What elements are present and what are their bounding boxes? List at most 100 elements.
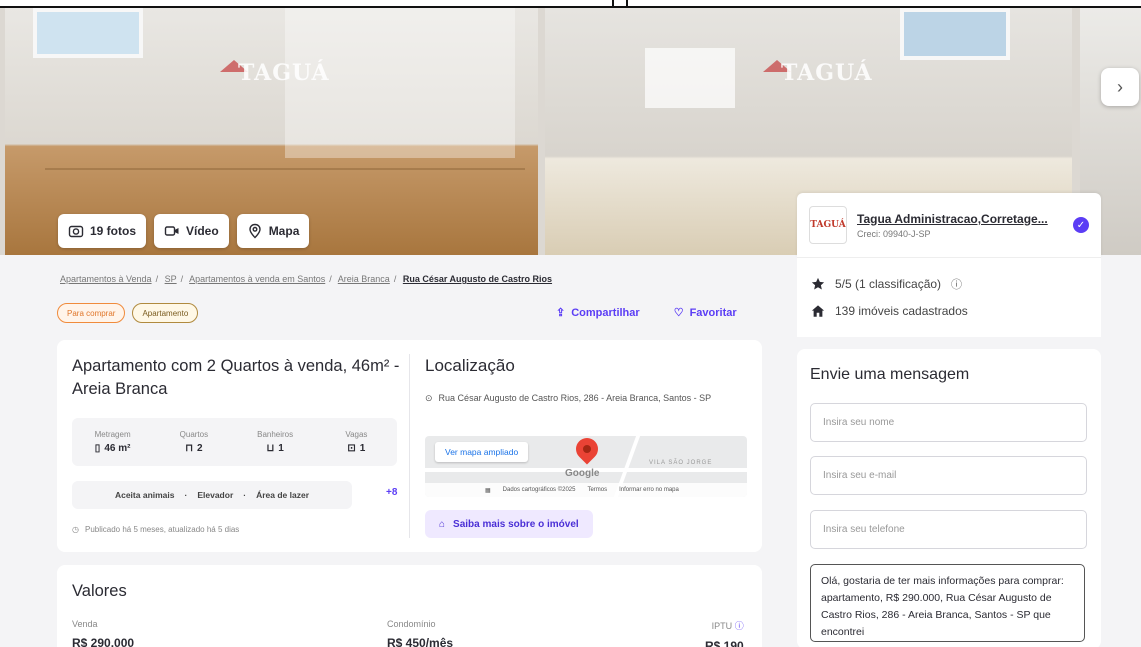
value-label: Condomínio xyxy=(387,619,436,629)
feature-value: ▯ 46 m² xyxy=(94,443,131,454)
top-strip xyxy=(0,0,1141,8)
amenity: Aceita animais xyxy=(114,490,175,500)
feature-label: Vagas xyxy=(345,430,368,439)
divider xyxy=(626,0,628,8)
feature-label: Quartos xyxy=(179,430,209,439)
verified-badge-icon: ✓ xyxy=(1073,217,1089,233)
published-info: ◷ Publicado há 5 meses, atualizado há 5 … xyxy=(72,525,239,534)
map-pin-icon xyxy=(571,436,603,465)
property-title: Apartamento com 2 Quartos à venda, 46m² … xyxy=(72,357,400,398)
divider xyxy=(612,0,614,8)
divider xyxy=(409,354,410,538)
breadcrumb-link[interactable]: Areia Branca xyxy=(338,274,390,284)
agent-card[interactable]: TAGUÁ Tagua Administracao,Corretage... C… xyxy=(797,193,1101,257)
video-button[interactable]: Vídeo xyxy=(154,214,229,248)
star-icon xyxy=(811,277,825,290)
breadcrumb-link[interactable]: Apartamentos à venda em Santos xyxy=(189,274,325,284)
values-title: Valores xyxy=(72,582,127,600)
info-icon[interactable]: ⓘ xyxy=(951,276,962,292)
amenity: Elevador xyxy=(197,490,234,500)
breadcrumb-link[interactable]: SP xyxy=(165,274,177,284)
agent-name[interactable]: Tagua Administracao,Corretage... xyxy=(857,212,1048,226)
video-icon xyxy=(164,226,179,236)
photo-window xyxy=(33,8,143,58)
map-preview[interactable]: Ver mapa ampliado Google VILA SÃO JORGE … xyxy=(425,436,747,497)
property-info-card: Apartamento com 2 Quartos à venda, 46m² … xyxy=(57,340,762,552)
value-condo: Condomínio R$ 450/mês xyxy=(387,619,453,647)
info-icon[interactable]: ⓘ xyxy=(735,621,744,631)
feature-area: Metragem ▯ 46 m² xyxy=(72,418,153,466)
map-button-label: Mapa xyxy=(268,224,300,238)
map-button[interactable]: Mapa xyxy=(236,214,310,248)
bed-icon: ⊓ xyxy=(185,443,193,454)
feature-label: Metragem xyxy=(94,430,131,439)
amenity-separator: · xyxy=(243,490,247,500)
gallery-next-button[interactable]: › xyxy=(1101,68,1139,106)
contact-form-title: Envie uma mensagem xyxy=(810,366,970,383)
name-field[interactable]: Insira seu nome xyxy=(810,403,1087,442)
watermark: TAGUÁ xyxy=(220,60,330,86)
agent-rating: 5/5 (1 classificação) ⓘ xyxy=(811,276,1087,292)
floor-line xyxy=(45,168,525,170)
gallery-buttons: 19 fotos Vídeo Mapa xyxy=(58,214,310,248)
video-button-label: Vídeo xyxy=(186,224,219,238)
watermark: TAGUÁ xyxy=(763,60,873,86)
features: Metragem ▯ 46 m² Quartos ⊓ 2 Banheiros ⊔ 1 … xyxy=(72,418,397,466)
more-amenities-button[interactable]: +8 xyxy=(386,487,397,498)
map-keyboard-icon[interactable]: ▦ xyxy=(485,487,491,494)
tags: Para comprar Apartamento xyxy=(57,303,199,323)
tag-for-sale: Para comprar xyxy=(57,303,126,323)
view-larger-map-link[interactable]: Ver mapa ampliado xyxy=(435,442,529,462)
map-terms-link[interactable]: Termos xyxy=(587,487,607,493)
actions: ⇪ Compartilhar ♡ Favoritar xyxy=(556,306,737,320)
agent-logo: TAGUÁ xyxy=(809,206,847,244)
location-pin-icon: ⊙ xyxy=(425,393,433,403)
clock-icon: ◷ xyxy=(72,525,79,534)
value-amount: R$ 190 xyxy=(705,639,744,647)
location-title: Localização xyxy=(425,356,515,375)
message-textarea[interactable]: Olá, gostaria de ter mais informações pa… xyxy=(810,564,1085,642)
feature-value: ⊡ 1 xyxy=(347,443,366,454)
value-amount: R$ 290.000 xyxy=(72,636,135,647)
value-sale: Venda R$ 290.000 xyxy=(72,619,134,647)
camera-icon xyxy=(68,225,84,238)
feature-value: ⊔ 1 xyxy=(266,443,284,454)
map-report-link[interactable]: Informar erro no mapa xyxy=(619,487,679,493)
learn-more-button[interactable]: ⌂ Saiba mais sobre o imóvel xyxy=(425,510,593,538)
learn-more-label: Saiba mais sobre o imóvel xyxy=(453,518,579,530)
share-button[interactable]: ⇪ Compartilhar xyxy=(556,306,640,320)
breadcrumb-separator: / xyxy=(329,274,332,284)
breadcrumb-current[interactable]: Rua César Augusto de Castro Rios xyxy=(403,274,552,284)
favorite-button[interactable]: ♡ Favoritar xyxy=(673,306,737,320)
location-address: ⊙ Rua César Augusto de Castro Rios, 286 … xyxy=(425,391,745,406)
values-card: Valores Venda R$ 290.000 Condomínio R$ 4… xyxy=(57,565,762,647)
feature-parking: Vagas ⊡ 1 xyxy=(316,418,397,466)
google-logo: Google xyxy=(565,468,600,479)
phone-field[interactable]: Insira seu telefone xyxy=(810,510,1087,549)
photo-window xyxy=(900,8,1010,60)
map-area-label: VILA SÃO JORGE xyxy=(649,460,713,466)
bath-icon: ⊔ xyxy=(266,443,275,454)
car-icon: ⊡ xyxy=(347,443,356,454)
photos-button-label: 19 fotos xyxy=(90,224,137,238)
home-icon xyxy=(811,305,825,317)
favorite-label: Favoritar xyxy=(689,306,737,319)
published-text: Publicado há 5 meses, atualizado há 5 di… xyxy=(84,525,240,534)
location-pin-icon xyxy=(248,223,261,239)
agent-creci: Creci: 09940-J-SP xyxy=(857,228,931,239)
amenity: Área de lazer xyxy=(256,490,310,500)
value-label: Venda xyxy=(72,619,98,629)
email-field[interactable]: Insira seu e-mail xyxy=(810,456,1087,495)
agent-listings: 139 imóveis cadastrados xyxy=(811,304,1087,318)
breadcrumb-separator: / xyxy=(393,274,397,284)
share-label: Compartilhar xyxy=(571,306,640,319)
photos-button[interactable]: 19 fotos xyxy=(58,214,147,248)
ruler-icon: ▯ xyxy=(94,443,101,454)
breadcrumb-separator: / xyxy=(180,274,184,284)
chevron-right-icon: › xyxy=(1117,76,1123,97)
feature-value: ⊓ 2 xyxy=(185,443,203,454)
breadcrumb-link[interactable]: Apartamentos à Venda xyxy=(60,274,152,284)
share-icon: ⇪ xyxy=(556,307,566,319)
map-footer: ▦ Dados cartográficos ©2025 Termos Infor… xyxy=(425,483,747,497)
heart-icon: ♡ xyxy=(673,307,684,319)
